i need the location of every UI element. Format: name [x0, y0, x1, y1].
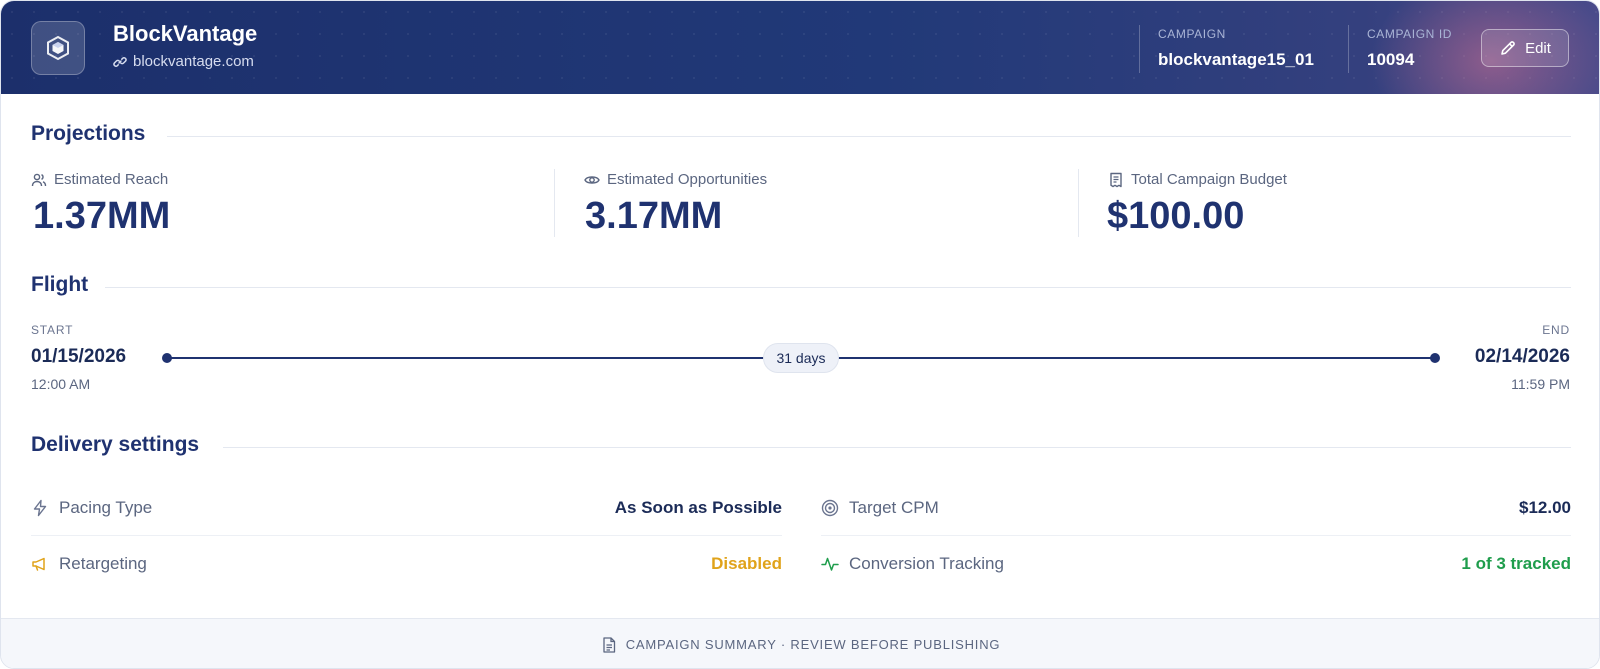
footer-text: CAMPAIGN SUMMARY · REVIEW BEFORE PUBLISH…: [625, 637, 1001, 652]
setting-name: Conversion Tracking: [821, 554, 1004, 574]
megaphone-icon: [32, 557, 45, 571]
setting-name: Retargeting: [31, 554, 147, 574]
setting-name-text: Conversion Tracking: [849, 554, 1004, 573]
flight-end-time: 11:59 PM: [1511, 376, 1570, 392]
setting-row-conversion-tracking: Conversion Tracking 1 of 3 tracked: [821, 536, 1571, 592]
flight-start-label: START: [31, 323, 74, 337]
projections-title: Projections: [31, 122, 146, 145]
estimated-reach-label: Estimated Reach: [31, 171, 168, 188]
metric-label-text: Estimated Opportunities: [607, 171, 768, 188]
cube-logo-icon: [47, 35, 69, 61]
setting-name-text: Target CPM: [849, 497, 939, 517]
section-divider: [223, 447, 1571, 448]
flight-end-date: 02/14/2026: [1474, 346, 1570, 367]
edit-button[interactable]: Edit: [1481, 29, 1569, 67]
setting-name: Target CPM: [821, 498, 939, 518]
estimated-opportunities-value: 3.17MM: [585, 195, 723, 237]
document-icon: [603, 636, 615, 653]
timeline-start-dot: [162, 353, 172, 363]
total-budget-value: $100.00: [1107, 195, 1245, 237]
brand-name: BlockVantage: [113, 21, 258, 46]
brand-url-text[interactable]: blockvantage.com: [133, 53, 254, 70]
setting-name-text: Pacing Type: [59, 497, 153, 517]
flight-duration-badge: 31 days: [763, 343, 839, 373]
brand-url[interactable]: blockvantage.com: [113, 53, 254, 70]
users-icon: [31, 173, 47, 186]
campaign-id-label: CAMPAIGN ID: [1367, 27, 1453, 41]
edit-button-label[interactable]: Edit: [1525, 40, 1551, 57]
flight-start-date: 01/15/2026: [31, 346, 127, 367]
target-cpm-value: $12.00: [1519, 497, 1571, 517]
target-icon: [821, 499, 839, 516]
section-divider: [167, 136, 1571, 137]
header-divider: [1139, 25, 1140, 73]
summary-footer: CAMPAIGN SUMMARY · REVIEW BEFORE PUBLISH…: [1, 618, 1599, 668]
setting-row-pacing-type: Pacing Type As Soon as Possible: [31, 480, 782, 536]
timeline-end-dot: [1430, 353, 1440, 363]
link-icon: [113, 56, 127, 67]
setting-row-retargeting: Retargeting Disabled: [31, 536, 782, 592]
setting-name-text: Retargeting: [59, 554, 147, 573]
campaign-name: blockvantage15_01: [1158, 50, 1314, 69]
flight-start-time: 12:00 AM: [31, 376, 91, 392]
lightning-icon: [33, 499, 47, 516]
flight-end-label: END: [1542, 323, 1570, 337]
header-divider: [1348, 25, 1349, 73]
estimated-reach-value: 1.37MM: [33, 195, 171, 237]
pencil-icon: [1501, 41, 1515, 55]
campaign-summary-card: BlockVantage blockvantage.com CAMPAIGN b…: [0, 0, 1600, 669]
estimated-opportunities-label: Estimated Opportunities: [584, 171, 767, 188]
pacing-type-value: As Soon as Possible: [614, 497, 782, 517]
setting-row-target-cpm: Target CPM $12.00: [821, 480, 1571, 536]
metric-label-text: Estimated Reach: [54, 171, 169, 188]
setting-name: Pacing Type: [31, 498, 152, 518]
campaign-header: BlockVantage blockvantage.com CAMPAIGN b…: [1, 1, 1599, 94]
campaign-label: CAMPAIGN: [1158, 27, 1226, 41]
section-divider: [105, 287, 1571, 288]
conversion-tracking-status: 1 of 3 tracked: [1461, 554, 1571, 573]
retargeting-status: Disabled: [711, 554, 782, 573]
receipt-icon: [1110, 172, 1122, 187]
metric-divider: [554, 169, 555, 237]
delivery-settings-title: Delivery settings: [31, 433, 200, 456]
brand-logo: [31, 21, 85, 75]
total-budget-label: Total Campaign Budget: [1108, 171, 1287, 188]
flight-title: Flight: [31, 273, 89, 296]
metric-divider: [1078, 169, 1079, 237]
campaign-id: 10094: [1367, 50, 1415, 69]
activity-icon: [821, 557, 839, 571]
metric-label-text: Total Campaign Budget: [1131, 171, 1287, 188]
eye-icon: [584, 175, 600, 184]
